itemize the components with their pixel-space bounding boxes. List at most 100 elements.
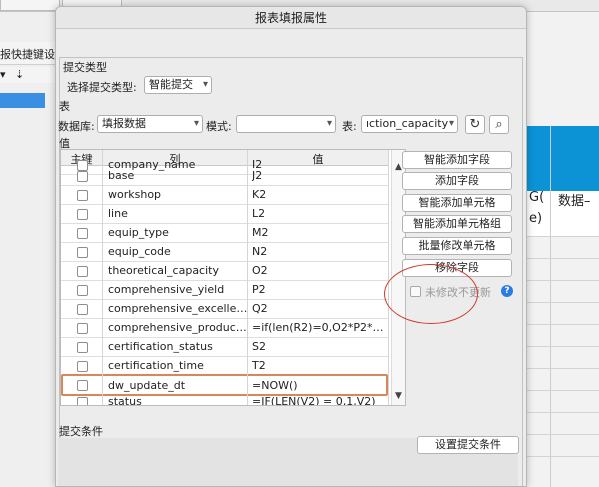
sheet-header-text: e) (529, 211, 543, 226)
table-section-label: 表 (59, 100, 70, 113)
column-value[interactable]: Q2 (252, 302, 386, 315)
submit-type-select[interactable]: 智能提交 ▾ (144, 76, 212, 94)
column-value[interactable]: M2 (252, 226, 386, 239)
dialog-title: 报表填报属性 (56, 7, 526, 29)
primary-key-checkbox[interactable] (77, 380, 88, 391)
background-selected-item[interactable] (0, 93, 45, 108)
primary-key-checkbox[interactable] (77, 228, 88, 239)
column-value[interactable]: P2 (252, 283, 386, 296)
scroll-up-icon[interactable]: ▲ (395, 162, 402, 172)
column-name: equip_code (108, 245, 171, 258)
chevron-down-icon[interactable]: ▾ (0, 68, 6, 81)
sheet-grid-line (527, 324, 599, 325)
table-row[interactable]: comprehensive_yield P2 (61, 281, 388, 300)
add-field-button[interactable]: 添加字段 (402, 172, 512, 190)
table-preview-icon[interactable]: ⌕ (489, 115, 509, 134)
help-icon[interactable]: ? (501, 285, 513, 297)
sheet-grid-line (550, 126, 551, 487)
primary-key-checkbox[interactable] (77, 266, 88, 277)
column-name: theoretical_capacity (108, 264, 219, 277)
dialog-body: 提交类型 选择提交类型: 智能提交 ▾ 表 数据库: 填报数据 ▾ 模式: ▾ … (56, 29, 526, 486)
column-name: comprehensive_excellen... (108, 302, 249, 315)
scroll-down-icon[interactable]: ▼ (395, 391, 402, 401)
table-row[interactable]: comprehensive_producti... =if(len(R2)=0,… (61, 319, 388, 338)
column-name: dw_update_dt (108, 379, 186, 392)
table-row[interactable]: comprehensive_excellen... Q2 (61, 300, 388, 319)
field-mapping-table: 主键 列 值 company_name I2 base J2 workshop … (60, 149, 406, 406)
column-value[interactable]: O2 (252, 264, 386, 277)
sheet-header-text: G( (529, 190, 545, 205)
submit-type-value: 智能提交 (149, 78, 193, 91)
background-right-sheet: G( 数据– e) (527, 12, 599, 487)
primary-key-checkbox[interactable] (77, 342, 88, 353)
column-name: line (108, 207, 128, 220)
sheet-header-text: 数据– (558, 194, 591, 209)
primary-key-checkbox[interactable] (77, 209, 88, 220)
chevron-down-icon: ▾ (326, 118, 332, 129)
table-row[interactable]: equip_code N2 (61, 243, 388, 262)
database-select[interactable]: 填报数据 ▾ (97, 115, 203, 133)
primary-key-checkbox[interactable] (77, 397, 88, 405)
column-separator (247, 150, 248, 405)
primary-key-checkbox[interactable] (77, 361, 88, 372)
mode-select[interactable]: ▾ (236, 115, 336, 133)
column-value[interactable]: =IF(LEN(V2) = 0,1,V2) (252, 395, 386, 405)
primary-key-checkbox[interactable] (77, 285, 88, 296)
sheet-header-fill (527, 126, 599, 191)
column-value[interactable]: T2 (252, 359, 386, 372)
set-submit-condition-button[interactable]: 设置提交条件 (417, 436, 519, 454)
sheet-grid-line (527, 280, 599, 281)
table-row[interactable]: base J2 (61, 167, 388, 186)
primary-key-checkbox[interactable] (77, 171, 88, 182)
table-value: ıction_capacity (366, 117, 449, 130)
column-value[interactable]: K2 (252, 188, 386, 201)
column-name: base (108, 169, 135, 182)
column-name: certification_status (108, 340, 213, 353)
sheet-grid-line (527, 434, 599, 435)
primary-key-checkbox[interactable] (77, 247, 88, 258)
table-row[interactable]: workshop K2 (61, 186, 388, 205)
column-name: certification_time (108, 359, 204, 372)
primary-key-checkbox[interactable] (77, 190, 88, 201)
column-separator (388, 150, 389, 405)
chevron-down-icon: ▾ (448, 118, 454, 129)
column-separator (102, 150, 103, 405)
sheet-grid-line (527, 456, 599, 457)
table-row[interactable]: certification_status S2 (61, 338, 388, 357)
column-value[interactable]: L2 (252, 207, 386, 220)
primary-key-checkbox[interactable] (77, 323, 88, 334)
column-name: equip_type (108, 226, 169, 239)
submit-type-select-label: 选择提交类型: (67, 81, 137, 94)
batch-modify-cell-button[interactable]: 批量修改单元格 (402, 237, 512, 255)
submit-condition-section-label: 提交条件 (59, 425, 103, 438)
background-tab (0, 0, 60, 11)
sheet-grid-line (527, 346, 599, 347)
table-select[interactable]: ıction_capacity ▾ (361, 115, 458, 133)
sheet-grid-line (527, 258, 599, 259)
column-value[interactable]: =if(len(R2)=0,O2*P2*Q... (252, 321, 386, 334)
column-value[interactable]: J2 (252, 169, 386, 182)
refresh-icon[interactable]: ↻ (465, 115, 485, 134)
report-fill-properties-dialog: 报表填报属性 提交类型 选择提交类型: 智能提交 ▾ 表 数据库: 填报数据 ▾… (55, 6, 527, 487)
column-name: comprehensive_producti... (108, 321, 249, 334)
submit-type-section-label: 提交类型 (63, 61, 107, 74)
primary-key-checkbox[interactable] (77, 304, 88, 315)
table-row[interactable]: theoretical_capacity O2 (61, 262, 388, 281)
sheet-grid-line (527, 368, 599, 369)
column-value[interactable]: N2 (252, 245, 386, 258)
chevron-down-icon: ▾ (193, 118, 199, 129)
sheet-grid-line (527, 302, 599, 303)
smart-add-field-button[interactable]: 智能添加字段 (402, 151, 512, 169)
table-row[interactable]: equip_type M2 (61, 224, 388, 243)
chevron-down-icon: ▾ (202, 79, 208, 90)
column-value[interactable]: =NOW() (252, 379, 386, 392)
table-row[interactable]: line L2 (61, 205, 388, 224)
smart-add-cell-group-button[interactable]: 智能添加单元格组 (402, 215, 512, 233)
smart-add-cell-button[interactable]: 智能添加单元格 (402, 194, 512, 212)
sheet-grid-line (527, 390, 599, 391)
column-value[interactable]: S2 (252, 340, 386, 353)
move-down-icon[interactable]: ⇣ (15, 68, 24, 81)
table-label: 表: (342, 120, 357, 133)
table-row[interactable]: status =IF(LEN(V2) = 0,1,V2) (61, 393, 388, 405)
column-name: comprehensive_yield (108, 283, 225, 296)
